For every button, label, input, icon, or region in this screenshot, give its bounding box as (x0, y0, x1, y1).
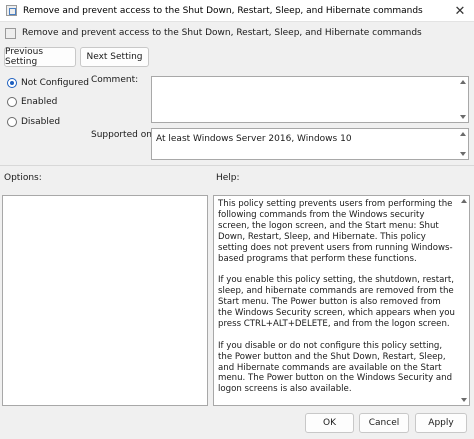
radio-disabled[interactable]: Disabled (7, 117, 60, 127)
supported-on-field: At least Windows Server 2016, Windows 10 (151, 128, 469, 160)
radio-enabled[interactable]: Enabled (7, 97, 57, 107)
supported-scrollbar[interactable] (458, 129, 468, 159)
scroll-down-icon[interactable] (461, 398, 467, 402)
radio-button[interactable] (7, 117, 17, 127)
help-paragraph: If you disable or do not configure this … (218, 340, 453, 395)
help-panel: This policy setting prevents users from … (213, 195, 470, 406)
radio-button[interactable] (7, 97, 17, 107)
scroll-down-icon[interactable] (460, 152, 466, 156)
scroll-up-icon[interactable] (461, 199, 467, 203)
options-panel (2, 195, 208, 406)
comment-textarea[interactable] (151, 76, 469, 123)
close-button[interactable]: ✕ (452, 3, 468, 19)
help-scrollbar[interactable] (459, 196, 469, 405)
supported-on-value: At least Windows Server 2016, Windows 10 (156, 134, 352, 144)
comment-label: Comment: (91, 75, 139, 85)
previous-setting-button[interactable]: Previous Setting (4, 47, 76, 67)
comment-scrollbar[interactable] (458, 77, 468, 122)
options-label: Options: (4, 173, 42, 183)
scroll-up-icon[interactable] (460, 80, 466, 84)
next-setting-button[interactable]: Next Setting (80, 47, 149, 67)
setting-header: Remove and prevent access to the Shut Do… (0, 22, 474, 44)
window-title: Remove and prevent access to the Shut Do… (23, 5, 423, 16)
title-bar: Remove and prevent access to the Shut Do… (0, 0, 474, 22)
help-text: This policy setting prevents users from … (218, 199, 455, 406)
radio-label: Not Configured (21, 78, 89, 88)
supported-on-label: Supported on: (91, 130, 155, 140)
section-divider (0, 165, 474, 166)
radio-label: Enabled (21, 97, 58, 107)
radio-not-configured[interactable]: Not Configured (7, 78, 89, 88)
ok-button[interactable]: OK (305, 413, 354, 433)
help-paragraph: If you enable this policy setting, the s… (218, 275, 455, 329)
setting-title: Remove and prevent access to the Shut Do… (22, 28, 422, 38)
cancel-button[interactable]: Cancel (359, 413, 409, 433)
radio-label: Disabled (21, 117, 61, 127)
policy-icon (6, 5, 17, 16)
radio-button[interactable] (7, 78, 17, 88)
scroll-up-icon[interactable] (460, 132, 466, 136)
apply-button[interactable]: Apply (415, 413, 467, 433)
policy-icon (5, 27, 16, 39)
help-paragraph: This policy setting prevents users from … (218, 199, 453, 264)
scroll-down-icon[interactable] (460, 115, 466, 119)
help-label: Help: (216, 173, 240, 183)
